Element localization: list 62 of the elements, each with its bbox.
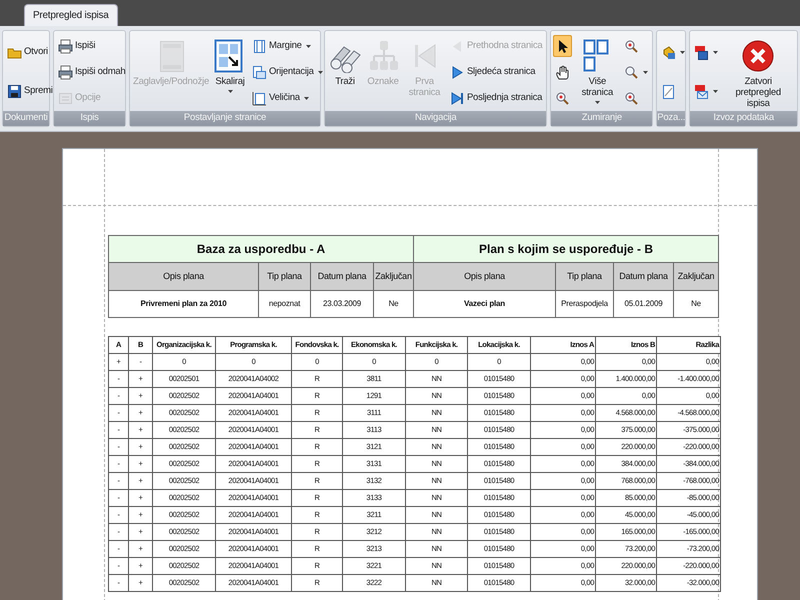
- ribbon-button[interactable]: Traži: [327, 33, 363, 111]
- dropdown-arrow-icon: [713, 90, 718, 93]
- margins-icon: [252, 38, 267, 54]
- zoom-icon: [624, 38, 640, 54]
- ribbon-button[interactable]: Posljednja stranica: [448, 87, 544, 109]
- dropdown-arrow-icon: [304, 96, 309, 100]
- printer-icon: [58, 64, 73, 80]
- ribbon-button[interactable]: Više stranica: [574, 33, 620, 111]
- column-header: Zaključan: [674, 262, 719, 290]
- column-header: Datum plana: [310, 262, 374, 290]
- table-cell: Privremeni plan za 2010: [108, 290, 258, 318]
- ribbon-button[interactable]: Ispiši odmah: [56, 61, 128, 83]
- ribbon-button[interactable]: Orijentacija: [250, 61, 325, 83]
- ribbon-tab[interactable]: Pretpregled ispisa: [24, 4, 118, 26]
- dropdown-arrow-icon: [594, 101, 600, 104]
- ribbon-button[interactable]: Ispiši: [56, 35, 128, 57]
- column-header: Datum plana: [614, 262, 674, 290]
- column-header: Tip plana: [258, 262, 310, 290]
- dropdown-arrow-icon: [680, 51, 686, 54]
- section-header: Baza za usporedbu - A: [108, 236, 414, 262]
- close-icon: [741, 39, 776, 73]
- dropdown-arrow-icon: [318, 70, 323, 74]
- ribbon-button[interactable]: Skaliraj: [212, 33, 248, 111]
- zoom-icon: [624, 64, 640, 80]
- table-cell: Vazeci plan: [414, 290, 556, 318]
- dropdown-arrow-icon: [306, 44, 311, 48]
- column-header: Tip plana: [556, 262, 614, 290]
- group-label: Zumiranje: [551, 111, 652, 126]
- hand-icon: [555, 64, 570, 80]
- column-header: Opis plana: [108, 262, 258, 290]
- zoom-icon: [624, 90, 640, 106]
- table-cell: Ne: [674, 290, 719, 318]
- printer-icon: [58, 38, 73, 54]
- dropdown-arrow-icon: [643, 70, 648, 74]
- ribbon-button[interactable]: Zatvori pretpregled ispisa: [722, 33, 794, 111]
- table-cell: 05.01.2009: [614, 290, 674, 318]
- table-cell: 23.03.2009: [310, 290, 374, 318]
- ribbon-button[interactable]: Veličina: [250, 87, 325, 109]
- section-header: Plan s kojim se uspoređuje - B: [414, 236, 719, 262]
- group-label: Postavljanje stranice: [130, 111, 320, 126]
- group-label: Poza...: [657, 111, 686, 126]
- page-size-icon: [252, 90, 267, 106]
- ribbon-button[interactable]: Margine: [250, 35, 325, 57]
- dropdown-arrow-icon: [713, 51, 718, 54]
- column-header: Zaključan: [374, 262, 414, 290]
- ribbon-button[interactable]: Sljedeća stranica: [448, 61, 544, 83]
- group-label: Navigacija: [325, 111, 546, 126]
- column-header: Opis plana: [414, 262, 556, 290]
- table-cell: Preraspodjela: [556, 290, 614, 318]
- next-icon: [450, 64, 465, 80]
- table-cell: nepoznat: [258, 290, 310, 318]
- toolbar-button[interactable]: [553, 35, 572, 57]
- last-page-icon: [450, 90, 465, 106]
- zoom-icon: [555, 90, 570, 106]
- orientation-icon: [252, 64, 267, 80]
- group-label: Dokumenti: [3, 111, 49, 126]
- dropdown-arrow-icon: [228, 90, 232, 93]
- group-label: Ispis: [54, 111, 125, 126]
- group-label: Izvoz podataka: [690, 111, 797, 126]
- ribbon-button[interactable]: Otvori: [5, 42, 55, 64]
- table-cell: Ne: [374, 290, 414, 318]
- options-icon: [58, 90, 73, 106]
